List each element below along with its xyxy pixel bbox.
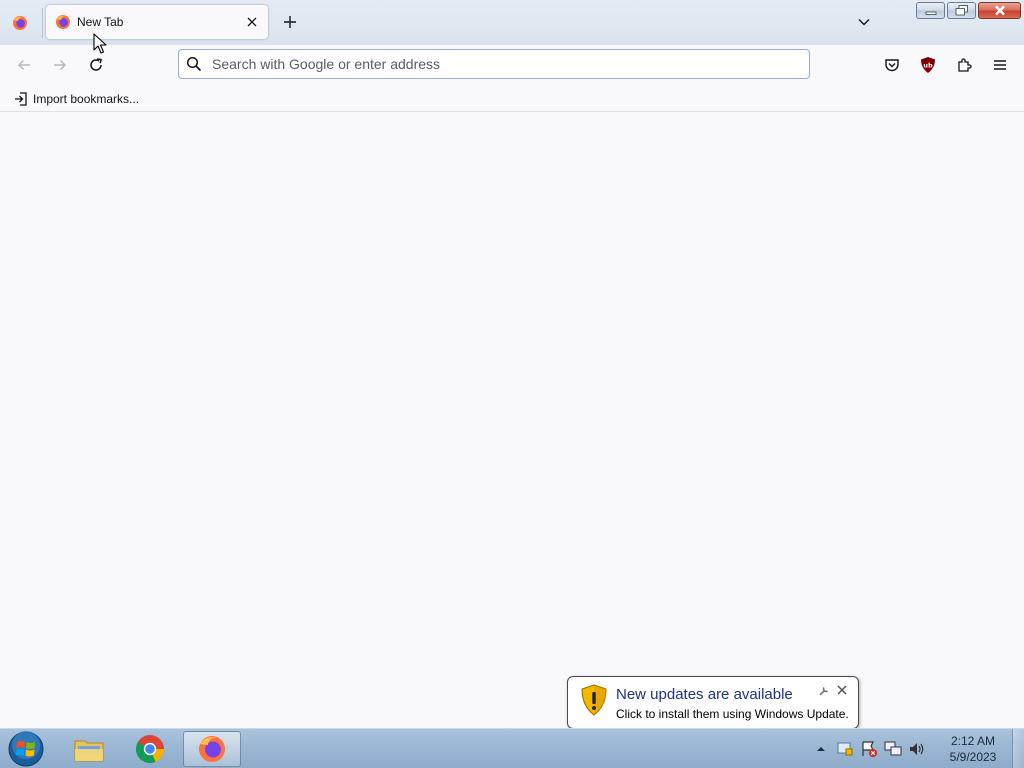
taskbar-windows-explorer[interactable] — [60, 731, 118, 767]
close-icon — [837, 685, 847, 695]
new-tab-button[interactable] — [278, 10, 302, 34]
tab-separator — [42, 8, 43, 38]
close-window-button[interactable] — [978, 2, 1021, 19]
forward-button[interactable] — [46, 51, 74, 79]
navigation-toolbar: ub — [0, 45, 1024, 85]
windows-start-orb-icon — [8, 731, 44, 767]
svg-text:ub: ub — [923, 62, 933, 70]
bookmarks-toolbar: Import bookmarks... — [0, 85, 1024, 112]
windows-update-icon — [837, 742, 853, 756]
list-all-tabs-button[interactable] — [852, 10, 876, 34]
notification-options-button[interactable] — [818, 685, 830, 697]
notification-title: New updates are available — [616, 686, 793, 703]
tab-new-tab[interactable]: New Tab — [46, 5, 268, 39]
import-bookmarks-button[interactable]: Import bookmarks... — [10, 89, 142, 109]
firefox-view-button[interactable] — [6, 9, 34, 37]
tab-strip: New Tab — [0, 0, 1024, 45]
start-button[interactable] — [5, 730, 47, 768]
back-button[interactable] — [10, 51, 38, 79]
tab-title: New Tab — [77, 15, 124, 29]
ublock-origin-button[interactable]: ub — [914, 51, 942, 79]
notification-text: Click to install them using Windows Upda… — [616, 707, 849, 721]
wrench-icon — [819, 687, 828, 696]
firefox-icon — [13, 16, 27, 30]
firefox-icon — [55, 14, 71, 30]
page-content-area[interactable] — [0, 113, 1024, 728]
close-icon — [247, 17, 257, 27]
notification-close-button[interactable] — [837, 685, 849, 697]
taskbar-firefox[interactable] — [183, 731, 241, 767]
clock-date: 5/9/2023 — [949, 750, 997, 764]
flag-warning-icon — [862, 741, 877, 757]
restore-icon — [955, 5, 968, 16]
windows-update-tray-icon[interactable] — [834, 738, 856, 760]
taskbar-clock[interactable]: 2:12 AM 5/9/2023 — [940, 733, 1006, 765]
folder-icon — [74, 740, 104, 762]
chevron-up-icon — [817, 747, 825, 751]
window-caption-buttons — [916, 2, 1021, 19]
network-icon — [884, 741, 902, 756]
taskbar: 2:12 AM 5/9/2023 — [0, 728, 1024, 768]
import-icon — [13, 91, 29, 107]
search-icon — [186, 56, 202, 72]
mouse-cursor-icon — [93, 33, 107, 54]
close-icon — [994, 5, 1005, 16]
hamburger-menu-icon — [994, 60, 1006, 70]
network-tray-icon[interactable] — [882, 738, 904, 760]
chrome-icon — [136, 735, 165, 763]
address-bar[interactable] — [178, 49, 810, 79]
windows-update-notification[interactable]: New updates are available Click to insta… — [567, 676, 859, 729]
taskbar-google-chrome[interactable] — [121, 731, 179, 767]
plus-icon — [284, 16, 296, 28]
speaker-icon — [910, 743, 924, 755]
address-input[interactable] — [212, 56, 792, 72]
chevron-down-icon — [858, 19, 870, 26]
minimize-button[interactable] — [916, 2, 945, 19]
system-tray — [810, 729, 930, 768]
volume-tray-icon[interactable] — [906, 738, 928, 760]
minimize-icon — [925, 11, 936, 15]
save-to-pocket-button[interactable] — [878, 51, 906, 79]
show-hidden-icons-button[interactable] — [810, 738, 832, 760]
firefox-icon — [199, 736, 225, 762]
forward-icon — [54, 59, 67, 71]
security-warning-shield-icon — [581, 684, 607, 716]
extensions-button[interactable] — [950, 51, 978, 79]
clock-time: 2:12 AM — [950, 734, 996, 748]
extensions-icon — [958, 58, 972, 72]
import-bookmarks-label: Import bookmarks... — [33, 92, 140, 106]
open-menu-button[interactable] — [986, 51, 1014, 79]
back-icon — [17, 59, 30, 71]
action-center-tray-icon[interactable] — [858, 738, 880, 760]
close-tab-button[interactable] — [241, 11, 263, 33]
show-desktop-button[interactable] — [1012, 729, 1024, 768]
restore-button[interactable] — [947, 2, 976, 19]
pocket-icon — [885, 59, 899, 72]
reload-button[interactable] — [82, 51, 110, 79]
reload-icon — [90, 58, 102, 71]
ublock-origin-icon: ub — [921, 57, 935, 73]
